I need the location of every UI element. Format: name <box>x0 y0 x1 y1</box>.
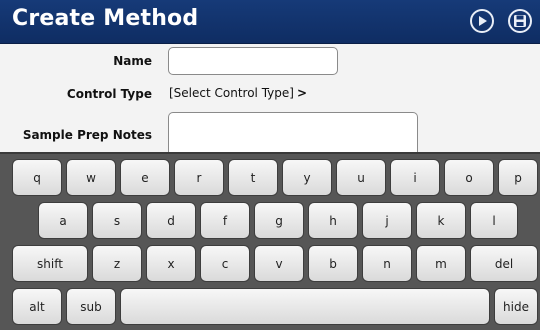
key-v[interactable]: v <box>254 245 304 282</box>
key-y[interactable]: y <box>282 159 332 196</box>
key-g[interactable]: g <box>254 202 304 239</box>
key-a[interactable]: a <box>38 202 88 239</box>
page-title: Create Method <box>12 6 199 31</box>
key-alt[interactable]: alt <box>12 288 62 325</box>
play-button[interactable] <box>470 9 494 33</box>
key-q[interactable]: q <box>12 159 62 196</box>
key-d[interactable]: d <box>146 202 196 239</box>
sample-prep-notes-input[interactable] <box>168 112 418 154</box>
key-p[interactable]: p <box>498 159 538 196</box>
key-e[interactable]: e <box>120 159 170 196</box>
key-hide[interactable]: hide <box>494 288 538 325</box>
key-i[interactable]: i <box>390 159 440 196</box>
chevron-right-icon: > <box>296 86 308 100</box>
key-m[interactable]: m <box>416 245 466 282</box>
key-b[interactable]: b <box>308 245 358 282</box>
key-x[interactable]: x <box>146 245 196 282</box>
key-shift[interactable]: shift <box>12 245 88 282</box>
play-icon <box>479 16 487 26</box>
sample-prep-notes-label: Sample Prep Notes <box>22 128 152 142</box>
title-bar: Create Method <box>0 0 540 44</box>
key-z[interactable]: z <box>92 245 142 282</box>
save-icon <box>514 15 526 27</box>
key-f[interactable]: f <box>200 202 250 239</box>
key-u[interactable]: u <box>336 159 386 196</box>
key-s[interactable]: s <box>92 202 142 239</box>
key-h[interactable]: h <box>308 202 358 239</box>
key-l[interactable]: l <box>470 202 518 239</box>
key-t[interactable]: t <box>228 159 278 196</box>
save-button[interactable] <box>508 9 532 33</box>
key-j[interactable]: j <box>362 202 412 239</box>
key-w[interactable]: w <box>66 159 116 196</box>
key-sub[interactable]: sub <box>66 288 116 325</box>
method-form: Name Control Type [Select Control Type] >… <box>0 44 540 154</box>
name-label: Name <box>113 54 152 68</box>
key-o[interactable]: o <box>444 159 494 196</box>
key-n[interactable]: n <box>362 245 412 282</box>
name-input[interactable] <box>168 47 338 75</box>
key-del[interactable]: del <box>470 245 538 282</box>
control-type-selector[interactable]: [Select Control Type] > <box>169 86 307 104</box>
key-r[interactable]: r <box>174 159 224 196</box>
key-k[interactable]: k <box>416 202 466 239</box>
control-type-value: [Select Control Type] <box>169 86 294 100</box>
key-c[interactable]: c <box>200 245 250 282</box>
key-space[interactable] <box>120 288 490 325</box>
control-type-label: Control Type <box>66 87 152 101</box>
on-screen-keyboard: q w e r t y u i o p a s d f g h j k l sh… <box>0 152 540 330</box>
